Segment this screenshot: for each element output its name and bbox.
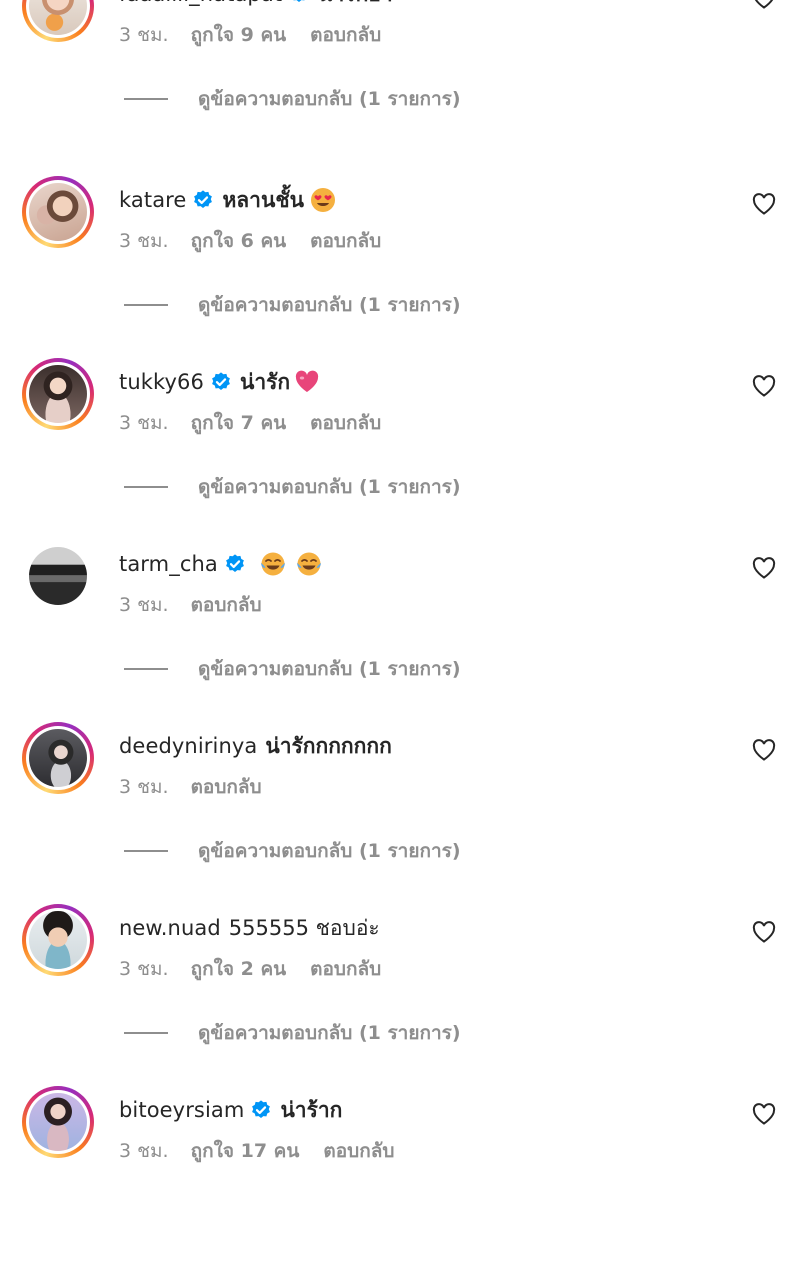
comment-text: น่ารัก — [239, 369, 291, 394]
view-replies-button[interactable]: ดูข้อความตอบกลับ (1 รายการ) — [124, 84, 461, 114]
comment-text: 555555 ชอบอ่ะ — [228, 915, 380, 940]
avatar — [29, 183, 87, 241]
view-replies-label: ดูข้อความตอบกลับ (1 รายการ) — [198, 658, 461, 680]
reply-button[interactable]: ตอบกลับ — [310, 226, 381, 256]
view-replies-label: ดูข้อความตอบกลับ (1 รายการ) — [198, 476, 461, 498]
verified-badge-icon — [293, 0, 305, 2]
view-replies-label: ดูข้อความตอบกลับ (1 รายการ) — [198, 840, 461, 862]
comment-text: น่ารักอ่า — [318, 0, 393, 11]
replies-divider — [124, 1032, 168, 1034]
comment-item: tukky66 น่ารัก 3 ชม. ถูกใจ 7 คน ตอบกลับ … — [0, 358, 800, 540]
replies-divider — [124, 668, 168, 670]
comment-username[interactable]: katare — [119, 188, 186, 212]
avatar — [29, 365, 87, 423]
reply-button[interactable]: ตอบกลับ — [191, 772, 262, 802]
view-replies-button[interactable]: ดูข้อความตอบกลับ (1 รายการ) — [124, 290, 461, 320]
comment-likes-count[interactable]: ถูกใจ 7 คน — [191, 408, 287, 438]
replies-divider — [124, 98, 168, 100]
comment-likes-count[interactable]: ถูกใจ 6 คน — [191, 226, 287, 256]
like-heart-icon[interactable] — [752, 193, 776, 215]
comment-item: faaaiiii_natapat น่ารักอ่า 3 ชม. ถูกใจ 9… — [0, 0, 800, 152]
avatar — [29, 0, 87, 35]
like-heart-icon[interactable] — [752, 739, 776, 761]
comment-text: น่ารักกกกกกก — [265, 733, 392, 758]
comment-time[interactable]: 3 ชม. — [119, 590, 169, 620]
avatar-story-ring[interactable] — [22, 358, 94, 430]
avatar — [29, 911, 87, 969]
comment-likes-count[interactable]: ถูกใจ 9 คน — [191, 20, 287, 50]
reply-button[interactable]: ตอบกลับ — [191, 590, 262, 620]
avatar-story-ring[interactable] — [22, 722, 94, 794]
avatar-frame[interactable] — [22, 540, 94, 612]
heart-eyes-emoji — [310, 188, 335, 212]
verified-badge-icon — [212, 372, 230, 390]
view-replies-button[interactable]: ดูข้อความตอบกลับ (1 รายการ) — [124, 836, 461, 866]
comment-username[interactable]: tarm_cha — [119, 552, 218, 576]
avatar-story-ring[interactable] — [22, 904, 94, 976]
comment-item: bitoeyrsiam น่าร้าก 3 ชม. ถูกใจ 17 คน ตอ… — [0, 1086, 800, 1268]
avatar — [29, 1093, 87, 1151]
replies-divider — [124, 850, 168, 852]
comment-time[interactable]: 3 ชม. — [119, 20, 169, 50]
comment-time[interactable]: 3 ชม. — [119, 1136, 169, 1166]
comment-item: katare หลานชั้น 3 ชม. ถูกใจ 6 คน ตอบกลับ… — [0, 176, 800, 358]
comment-time[interactable]: 3 ชม. — [119, 226, 169, 256]
like-heart-icon[interactable] — [752, 557, 776, 579]
like-heart-icon[interactable] — [752, 1103, 776, 1125]
view-replies-button[interactable]: ดูข้อความตอบกลับ (1 รายการ) — [124, 1018, 461, 1048]
comment-username[interactable]: deedynirinya — [119, 734, 257, 758]
comment-likes-count[interactable]: ถูกใจ 2 คน — [191, 954, 287, 984]
comment-item: tarm_cha 3 ชม. ตอบกลับ ดูข้อความตอบกลับ … — [0, 540, 800, 722]
reply-button[interactable]: ตอบกลับ — [323, 1136, 394, 1166]
view-replies-button[interactable]: ดูข้อความตอบกลับ (1 รายการ) — [124, 472, 461, 502]
comment-username[interactable]: faaaiiii_natapat — [119, 0, 282, 6]
avatar — [29, 729, 87, 787]
view-replies-label: ดูข้อความตอบกลับ (1 รายการ) — [198, 88, 461, 110]
avatar — [29, 547, 87, 605]
view-replies-label: ดูข้อความตอบกลับ (1 รายการ) — [198, 294, 461, 316]
verified-badge-icon — [194, 190, 213, 208]
comment-time[interactable]: 3 ชม. — [119, 772, 169, 802]
verified-badge-icon — [225, 554, 244, 572]
verified-badge-icon — [252, 1100, 271, 1118]
avatar-story-ring[interactable] — [22, 1086, 94, 1158]
comment-text: น่าร้าก — [280, 1097, 343, 1122]
tears-of-joy-emoji — [260, 552, 285, 576]
comment-text: หลานชั้น — [222, 187, 304, 212]
comment-username[interactable]: bitoeyrsiam — [119, 1098, 244, 1122]
comment-item: new.nuad 555555 ชอบอ่ะ 3 ชม. ถูกใจ 2 คน … — [0, 904, 800, 1086]
like-heart-icon[interactable] — [752, 375, 776, 397]
reply-button[interactable]: ตอบกลับ — [310, 954, 381, 984]
view-replies-label: ดูข้อความตอบกลับ (1 รายการ) — [198, 1022, 461, 1044]
reply-button[interactable]: ตอบกลับ — [310, 408, 381, 438]
like-heart-icon[interactable] — [752, 0, 776, 9]
view-replies-button[interactable]: ดูข้อความตอบกลับ (1 รายการ) — [124, 654, 461, 684]
pink-heart-emoji — [295, 370, 319, 392]
tears-of-joy-emoji — [296, 552, 321, 576]
comment-time[interactable]: 3 ชม. — [119, 954, 169, 984]
comment-time[interactable]: 3 ชม. — [119, 408, 169, 438]
reply-button[interactable]: ตอบกลับ — [310, 20, 381, 50]
replies-divider — [124, 304, 168, 306]
comment-username[interactable]: new.nuad — [119, 916, 221, 940]
comment-item: deedynirinya น่ารักกกกกกก 3 ชม. ตอบกลับ … — [0, 722, 800, 904]
comment-username[interactable]: tukky66 — [119, 370, 204, 394]
avatar-story-ring[interactable] — [22, 176, 94, 248]
avatar-story-ring[interactable] — [22, 0, 94, 42]
comment-likes-count[interactable]: ถูกใจ 17 คน — [191, 1136, 300, 1166]
replies-divider — [124, 486, 168, 488]
like-heart-icon[interactable] — [752, 921, 776, 943]
